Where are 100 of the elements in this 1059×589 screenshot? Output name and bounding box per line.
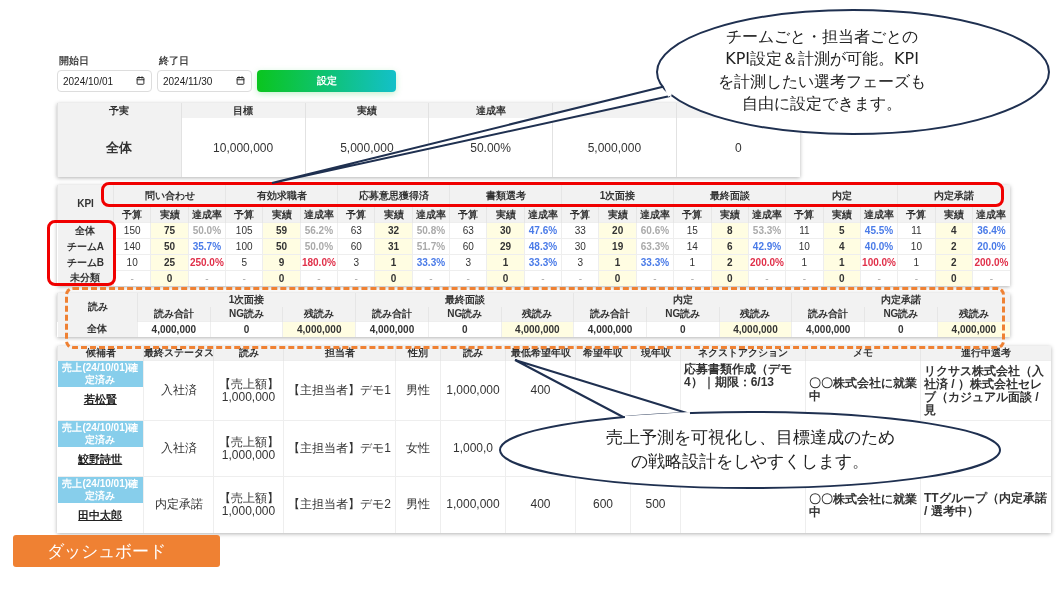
table-cell: 60	[449, 238, 487, 255]
table-cell: 63	[337, 222, 375, 239]
column-header: 達成率	[636, 207, 674, 223]
rate-cell: 48.3%	[524, 238, 562, 255]
table-cell: 1	[785, 254, 824, 271]
table-cell: 5,000,000	[305, 118, 429, 177]
table-cell: 0	[598, 270, 637, 286]
table-cell: 入社済	[143, 420, 214, 477]
table-cell: -	[337, 270, 375, 286]
rate-cell: 56.2%	[300, 222, 338, 239]
column-header: 1次面接	[137, 293, 356, 307]
table-cell: -	[673, 270, 711, 286]
table-cell: 32	[374, 222, 413, 239]
candidate-link[interactable]: 鮫野詩世	[78, 452, 123, 467]
table-cell: 9	[262, 254, 301, 271]
table-cell: 20	[598, 222, 637, 239]
candidate-link[interactable]: 若松賢	[83, 392, 117, 407]
column-header: 内定承諾	[791, 293, 1010, 307]
column-header: 読み	[57, 293, 138, 322]
rate-cell: 42.9%	[748, 238, 786, 255]
rate-cell: -	[636, 270, 674, 286]
table-cell: 女性	[395, 420, 441, 477]
table-cell: 1,000,000	[440, 360, 506, 421]
table-cell: 0	[864, 321, 938, 337]
table-cell: 4,000,000	[355, 321, 429, 337]
table-cell: -	[113, 270, 151, 286]
field-label: 終了日	[157, 55, 190, 67]
column-header: 読み合計	[137, 307, 211, 322]
column-header: 予算	[113, 207, 151, 223]
column-header: 問い合わせ	[113, 185, 226, 207]
column-header: 予算	[897, 207, 936, 223]
column-header: NG読み	[428, 307, 501, 322]
column-header: 予算	[785, 207, 824, 223]
rate-cell: -	[748, 270, 786, 286]
rate-cell: 45.5%	[860, 222, 898, 239]
table-cell: 【主担当者】デモ1	[283, 420, 396, 477]
column-header: 予算	[673, 207, 711, 223]
rate-cell: 36.4%	[972, 222, 1010, 239]
table-cell: 【主担当者】デモ1	[283, 360, 396, 421]
candidate-link[interactable]: 田中太郎	[78, 508, 123, 523]
column-header: 達成率	[412, 207, 450, 223]
table-cell: 75	[150, 222, 189, 239]
highlight-frame	[47, 220, 116, 286]
rate-cell: -	[860, 270, 898, 286]
table-cell: 5,000,000	[552, 118, 677, 177]
table-cell: 0	[428, 321, 501, 337]
table-cell: 0	[150, 270, 189, 286]
table-cell: 5	[823, 222, 861, 239]
rate-cell: 63.3%	[636, 238, 674, 255]
rate-cell: 50.0%	[188, 222, 226, 239]
column-header: 実績	[374, 207, 413, 223]
table-cell: 19	[598, 238, 637, 255]
table-cell: 10	[785, 238, 824, 255]
table-cell: 0	[646, 321, 720, 337]
table-cell: 【主担当者】デモ2	[283, 476, 396, 533]
table-cell: 63	[449, 222, 487, 239]
column-header: 実績	[150, 207, 189, 223]
table-cell: 6	[711, 238, 749, 255]
date-field[interactable]: 2024/10/01	[57, 70, 152, 92]
column-header: 内定	[573, 293, 792, 307]
callout-text: チームごと・担当者ごとの	[726, 26, 918, 49]
table-cell: 5	[225, 254, 263, 271]
rate-cell: 50.0%	[300, 238, 338, 255]
table-cell: 男性	[395, 360, 441, 421]
rate-cell: 180.0%	[300, 254, 338, 271]
rate-cell: -	[412, 270, 450, 286]
field-label: 開始日	[58, 55, 90, 67]
rate-cell: 250.0%	[188, 254, 226, 271]
callout-text: 自由に設定できます。	[742, 93, 902, 116]
rate-cell: 47.6%	[524, 222, 562, 239]
table-cell: 2	[935, 238, 973, 255]
table-cell: 8	[711, 222, 749, 239]
calendar-icon[interactable]	[136, 76, 145, 85]
table-cell: 30	[561, 238, 599, 255]
date-field[interactable]: 2024/11/30	[157, 70, 252, 92]
column-header: NG読み	[646, 307, 720, 322]
rate-cell: 33.3%	[412, 254, 450, 271]
column-header: 読み合計	[355, 307, 429, 322]
table-cell: 3	[337, 254, 375, 271]
table-cell: 4,000,000	[937, 321, 1010, 337]
rate-cell: 53.3%	[748, 222, 786, 239]
table-cell: 【売上額】1,000,000	[213, 476, 284, 533]
table-cell: -	[561, 270, 599, 286]
rate-cell: 50.8%	[412, 222, 450, 239]
callout-text: KPI設定＆計測が可能。KPI	[725, 48, 919, 71]
table-cell: 11	[897, 222, 936, 239]
table-cell: 1	[673, 254, 711, 271]
table-cell: 105	[225, 222, 263, 239]
column-header: 実績	[486, 207, 525, 223]
column-header: 1次面接	[561, 185, 674, 207]
column-header: 応募意思獲得済	[337, 185, 450, 207]
rate-cell: -	[524, 270, 562, 286]
table-cell: -	[449, 270, 487, 286]
column-header: 実績	[598, 207, 637, 223]
table-cell: 33	[561, 222, 599, 239]
rate-cell: 60.6%	[636, 222, 674, 239]
table-cell: 15	[673, 222, 711, 239]
column-header: 目標	[181, 103, 305, 118]
column-header: KPI	[57, 185, 114, 223]
calendar-icon[interactable]	[236, 76, 245, 85]
